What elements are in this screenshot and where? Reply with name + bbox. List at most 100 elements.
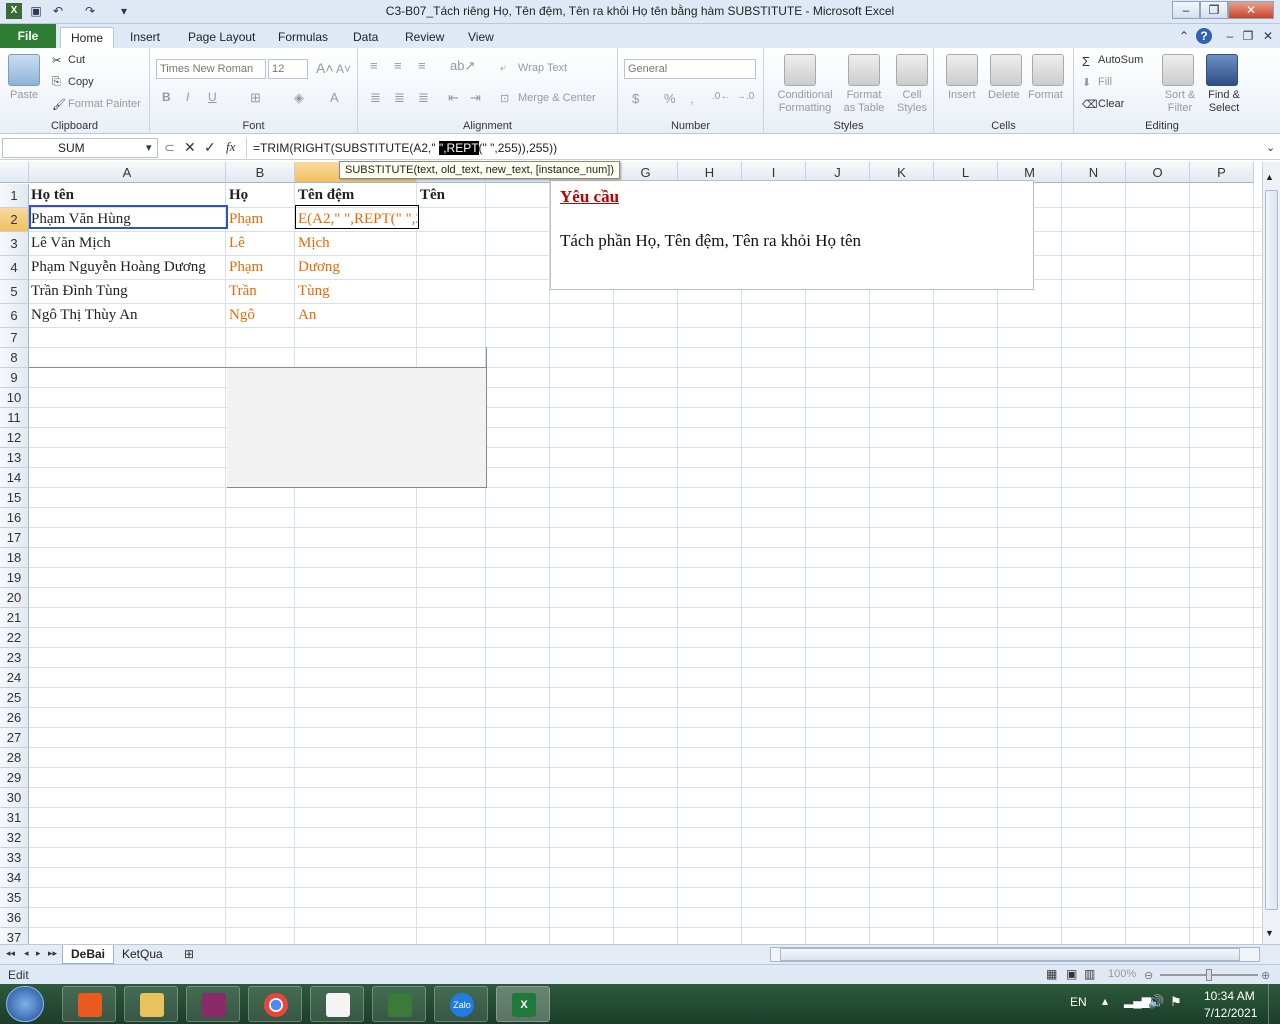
row-header-27[interactable]: 27 (0, 728, 29, 748)
underline-button[interactable]: U (208, 90, 217, 104)
cell-c1[interactable]: Tên đệm (296, 184, 417, 204)
cell-styles-button[interactable]: Cell Styles (892, 89, 932, 115)
cell-b4[interactable]: Phạm (227, 256, 295, 276)
tab-data[interactable]: Data (343, 27, 388, 48)
row-header-22[interactable]: 22 (0, 628, 29, 648)
scroll-up-icon[interactable]: ▲ (1265, 172, 1274, 182)
sheet-tab-ketqua[interactable]: KetQua (114, 945, 171, 964)
formula-input[interactable]: =TRIM(RIGHT(SUBSTITUTE(A2," ",REPT(" ",2… (246, 138, 1266, 158)
name-box-dropdown-icon[interactable]: ▾ (146, 141, 152, 154)
align-center-icon[interactable]: ≣ (394, 90, 405, 106)
normal-view-icon[interactable]: ▦ (1046, 967, 1057, 981)
decrease-indent-icon[interactable]: ⇤ (448, 90, 459, 106)
select-all-corner[interactable] (0, 162, 29, 183)
percent-button[interactable]: % (664, 91, 676, 106)
taskbar-chrome[interactable] (248, 986, 302, 1022)
tab-home[interactable]: Home (60, 27, 115, 48)
cell-a4[interactable]: Phạm Nguyễn Hoàng Dương (29, 256, 226, 276)
row-header-36[interactable]: 36 (0, 908, 29, 928)
paste-button[interactable]: Paste (10, 89, 38, 101)
align-top-icon[interactable]: ≡ (370, 58, 378, 73)
currency-button[interactable]: $ (632, 91, 639, 106)
font-name-combo[interactable]: Times New Roman (156, 59, 266, 79)
row-header-31[interactable]: 31 (0, 808, 29, 828)
language-indicator[interactable]: EN (1070, 995, 1087, 1009)
cell-c5[interactable]: Tùng (296, 280, 417, 300)
row-header-30[interactable]: 30 (0, 788, 29, 808)
cell-b5[interactable]: Trần (227, 280, 295, 300)
row-header-13[interactable]: 13 (0, 448, 29, 468)
cell-b2[interactable]: Phạm (227, 208, 295, 228)
sheet-nav-first-icon[interactable]: ◂◂ (6, 948, 15, 959)
taskbar-explorer[interactable] (124, 986, 178, 1022)
page-layout-view-icon[interactable]: ▣ (1066, 967, 1077, 981)
row-header-15[interactable]: 15 (0, 488, 29, 508)
cell-a5[interactable]: Trần Đình Tùng (29, 280, 226, 300)
cell-d1[interactable]: Tên (418, 184, 486, 204)
row-header-34[interactable]: 34 (0, 868, 29, 888)
conditional-formatting-button[interactable]: Conditional Formatting (770, 89, 840, 115)
row-header-9[interactable]: 9 (0, 368, 29, 388)
increase-decimal-icon[interactable]: .0← (712, 91, 730, 102)
action-center-icon[interactable]: ⚑ (1170, 994, 1182, 1010)
comma-button[interactable]: , (690, 91, 694, 106)
doc-minimize-icon[interactable]: – (1222, 28, 1238, 44)
row-header-16[interactable]: 16 (0, 508, 29, 528)
row-header-23[interactable]: 23 (0, 648, 29, 668)
row-header-24[interactable]: 24 (0, 668, 29, 688)
font-size-combo[interactable]: 12 (268, 59, 308, 79)
row-header-26[interactable]: 26 (0, 708, 29, 728)
column-header-a[interactable]: A (29, 162, 226, 183)
vertical-scroll-thumb[interactable] (1265, 190, 1278, 910)
format-painter-button[interactable]: Format Painter (68, 98, 141, 110)
row-header-6[interactable]: 6 (0, 304, 29, 328)
cell-b6[interactable]: Ngô (227, 304, 295, 324)
tab-view[interactable]: View (458, 27, 504, 48)
expand-formula-bar-icon[interactable]: ⌄ (1266, 141, 1275, 154)
tab-review[interactable]: Review (395, 27, 454, 48)
enter-icon[interactable]: ✓ (204, 139, 216, 156)
align-bottom-icon[interactable]: ≡ (418, 58, 426, 73)
network-icon[interactable]: ▂▄▆ (1124, 994, 1151, 1008)
row-header-5[interactable]: 5 (0, 280, 29, 304)
row-header-29[interactable]: 29 (0, 768, 29, 788)
merge-center-button[interactable]: Merge & Center (518, 92, 596, 104)
row-header-37[interactable]: 37 (0, 928, 29, 944)
cell-a1[interactable]: Họ tên (29, 184, 226, 204)
close-button[interactable]: ✕ (1228, 1, 1274, 19)
show-desktop-button[interactable] (1268, 984, 1280, 1024)
row-header-14[interactable]: 14 (0, 468, 29, 488)
page-break-view-icon[interactable]: ▥ (1084, 967, 1095, 981)
bold-button[interactable]: B (162, 90, 171, 104)
restore-button[interactable]: ❐ (1200, 1, 1228, 19)
copy-button[interactable]: Copy (68, 76, 94, 88)
cell-c4[interactable]: Dương (296, 256, 417, 276)
scroll-down-icon[interactable]: ▼ (1265, 928, 1274, 938)
row-header-17[interactable]: 17 (0, 528, 29, 548)
clear-button[interactable]: Clear (1098, 98, 1124, 110)
cancel-icon[interactable]: ✕ (184, 139, 196, 156)
row-header-2[interactable]: 2 (0, 208, 29, 232)
insert-function-icon[interactable]: fx (226, 139, 235, 155)
column-header-n[interactable]: N (1062, 162, 1126, 183)
zoom-out-icon[interactable]: ⊖ (1144, 969, 1153, 982)
row-header-10[interactable]: 10 (0, 388, 29, 408)
cell-b3[interactable]: Lê (227, 232, 295, 252)
doc-close-icon[interactable]: ✕ (1260, 28, 1276, 44)
wrap-text-button[interactable]: Wrap Text (518, 62, 567, 74)
row-header-11[interactable]: 11 (0, 408, 29, 428)
tab-formulas[interactable]: Formulas (268, 27, 338, 48)
sheet-tab-debai[interactable]: DeBai (62, 945, 115, 964)
row-header-28[interactable]: 28 (0, 748, 29, 768)
taskbar-zalo[interactable]: Zalo (434, 986, 488, 1022)
number-format-combo[interactable]: General (624, 59, 756, 79)
name-box[interactable]: SUM (2, 138, 158, 158)
cell-c3[interactable]: Mịch (296, 232, 417, 252)
decrease-decimal-icon[interactable]: →.0 (736, 91, 754, 102)
sheet-nav-next-icon[interactable]: ▸ (36, 948, 41, 959)
row-header-20[interactable]: 20 (0, 588, 29, 608)
tab-page-layout[interactable]: Page Layout (178, 27, 265, 48)
clock-date[interactable]: 7/12/2021 (1204, 1006, 1257, 1020)
orientation-icon[interactable]: ab↗ (450, 58, 475, 74)
column-header-o[interactable]: O (1126, 162, 1190, 183)
